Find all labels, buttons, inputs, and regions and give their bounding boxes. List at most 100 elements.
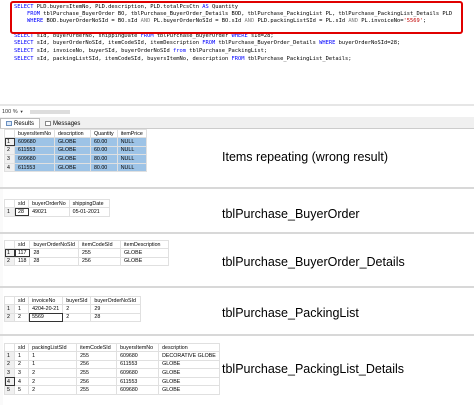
grid-cell[interactable]: 80.00 <box>89 154 118 164</box>
grid-cell[interactable]: 1 <box>13 351 30 361</box>
table-row[interactable]: 3 609680 GLOBE 80.00 NULL <box>4 154 147 164</box>
row-number[interactable]: 2 <box>4 359 15 370</box>
table-row[interactable]: 1 117 28 255 GLOBE <box>4 248 169 258</box>
column-header[interactable] <box>4 296 15 305</box>
column-header[interactable]: description <box>158 343 220 352</box>
grid-cell[interactable]: 256 <box>77 256 121 267</box>
column-header[interactable]: sId <box>13 296 30 305</box>
grid-cell[interactable]: 80.00 <box>89 162 118 173</box>
grid-cell[interactable]: 609680 <box>116 368 160 378</box>
table-row[interactable]: 1 609680 GLOBE 60.00 NULL <box>4 137 147 147</box>
column-header[interactable]: buyerOrderNoSId <box>29 240 79 249</box>
grid-cell[interactable]: 49021 <box>28 207 70 217</box>
grid-cell[interactable]: GLOBE <box>53 154 91 164</box>
grid-cell[interactable]: 1 <box>28 359 78 370</box>
column-header[interactable]: itemCodeSId <box>76 343 118 352</box>
column-header[interactable]: itemCodeSId <box>77 240 121 249</box>
table-row[interactable]: 1 28 49021 05-01-2021 <box>4 207 110 217</box>
grid-cell[interactable]: 28 <box>29 248 79 258</box>
grid-cell[interactable]: 4 <box>13 376 30 387</box>
grid-cell[interactable]: 1 <box>13 304 30 314</box>
table-row[interactable]: 2 118 28 256 GLOBE <box>4 256 169 267</box>
grid-cell[interactable]: 4204-20-21 <box>28 304 64 314</box>
grid-cell[interactable]: 611553 <box>14 162 55 173</box>
column-header[interactable]: invoiceNo <box>28 296 64 305</box>
table-row[interactable]: 2 611553 GLOBE 60.00 NULL <box>4 145 147 156</box>
grid-cell[interactable]: 2 <box>28 376 78 387</box>
grid-cell[interactable]: 609680 <box>14 154 55 164</box>
grid-cell[interactable]: 2 <box>62 312 92 323</box>
grid-cell[interactable]: 611553 <box>14 145 55 156</box>
row-number[interactable]: 3 <box>4 368 15 378</box>
grid-cell[interactable]: GLOBE <box>119 248 169 258</box>
row-number[interactable]: 2 <box>4 312 15 323</box>
row-number[interactable]: 1 <box>4 304 15 314</box>
column-header[interactable]: description <box>53 129 91 138</box>
grid-cell[interactable]: 118 <box>13 256 31 267</box>
grid-cell[interactable]: GLOBE <box>158 359 220 370</box>
sql-editor[interactable]: SELECT PLD.buyersItemNo, PLD.description… <box>0 0 474 106</box>
column-header[interactable]: sId <box>13 199 30 208</box>
grid-cell[interactable]: 28 <box>29 256 79 267</box>
grid-cell[interactable]: 2 <box>13 359 30 370</box>
row-number[interactable]: 1 <box>4 137 15 147</box>
column-header[interactable]: Quantity <box>89 129 118 138</box>
grid-cell[interactable]: GLOBE <box>53 137 91 147</box>
grid-cell[interactable]: 28 <box>90 312 142 323</box>
grid-cell[interactable]: 255 <box>76 385 118 395</box>
grid-cell[interactable]: 611553 <box>116 376 160 387</box>
grid-cell[interactable]: 2 <box>13 312 30 323</box>
column-header[interactable]: buyerOrderNo <box>28 199 70 208</box>
grid-cell[interactable]: GLOBE <box>53 162 91 173</box>
row-number[interactable]: 4 <box>4 376 15 387</box>
grid-cell[interactable]: DECORATIVE GLOBE <box>158 351 220 361</box>
column-header[interactable]: buyersItemNo <box>116 343 160 352</box>
grid-cell[interactable]: 1 <box>28 351 78 361</box>
grid-cell[interactable]: 255 <box>76 368 118 378</box>
column-header[interactable]: buyersItemNo <box>14 129 55 138</box>
table-row[interactable]: 4 611553 GLOBE 80.00 NULL <box>4 162 147 173</box>
chevron-down-icon[interactable]: ▼ <box>20 109 24 114</box>
column-header[interactable] <box>4 199 15 208</box>
result-grid[interactable]: sId buyerOrderNo shippingDate 1 28 49021 05-01… <box>4 199 110 217</box>
column-header[interactable] <box>4 129 15 138</box>
result-grid[interactable]: sId packingListSId itemCodeSId buyersItemNo… <box>4 343 220 395</box>
grid-cell[interactable]: 60.00 <box>89 137 118 147</box>
grid-cell[interactable]: 5 <box>13 385 30 395</box>
row-number[interactable]: 1 <box>4 207 15 217</box>
row-number[interactable]: 5 <box>4 385 15 395</box>
table-row[interactable]: 5 5 2 255 609680 GLOBE <box>4 385 220 395</box>
column-header[interactable]: itemDescription <box>119 240 169 249</box>
sql-line[interactable]: SELECT sId, buyerOrderNoSId, itemCodeSId… <box>14 40 400 47</box>
row-number[interactable]: 2 <box>4 145 15 156</box>
result-grid[interactable]: sId buyerOrderNoSId itemCodeSId itemDescrip… <box>4 240 169 267</box>
table-row[interactable]: 1 1 1 255 609680 DECORATIVE GLOBE <box>4 351 220 361</box>
tab-messages[interactable]: Messages <box>40 119 85 128</box>
column-header[interactable]: packingListSId <box>28 343 78 352</box>
column-header[interactable]: sId <box>13 240 31 249</box>
grid-cell[interactable]: NULL <box>116 145 147 156</box>
row-number[interactable]: 4 <box>4 162 15 173</box>
grid-cell[interactable]: GLOBE <box>158 376 220 387</box>
column-header[interactable] <box>4 343 15 352</box>
grid-cell[interactable]: 60.00 <box>89 145 118 156</box>
grid-cell[interactable]: 2 <box>28 385 78 395</box>
row-number[interactable]: 1 <box>4 248 15 258</box>
grid-cell[interactable]: 05-01-2021 <box>68 207 110 217</box>
grid-cell[interactable]: 2 <box>28 368 78 378</box>
tab-results[interactable]: Results <box>0 118 41 128</box>
grid-cell[interactable]: 29 <box>90 304 142 314</box>
column-header[interactable]: sId <box>13 343 30 352</box>
column-header[interactable]: buyerSId <box>62 296 92 305</box>
sql-line[interactable]: SELECT sId, invoiceNo, buyerSId, buyerOr… <box>14 48 267 55</box>
zoom-level[interactable]: 100 % <box>2 109 18 115</box>
grid-cell[interactable]: GLOBE <box>53 145 91 156</box>
grid-cell[interactable]: 256 <box>76 359 118 370</box>
grid-cell[interactable]: 255 <box>77 248 121 258</box>
grid-cell[interactable]: NULL <box>116 137 147 147</box>
row-number[interactable]: 1 <box>4 351 15 361</box>
grid-cell[interactable]: GLOBE <box>119 256 169 267</box>
grid-cell[interactable]: 255 <box>76 351 118 361</box>
result-grid[interactable]: buyersItemNo description Quantity itemPrice… <box>4 129 147 173</box>
table-row[interactable]: 2 2 1 256 611553 GLOBE <box>4 359 220 370</box>
